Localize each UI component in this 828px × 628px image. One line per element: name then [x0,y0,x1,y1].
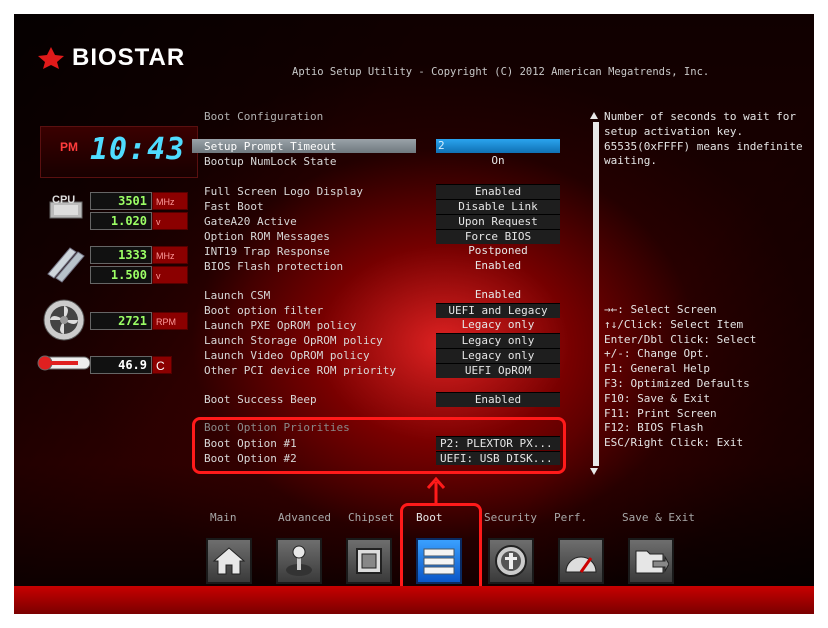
scroll-down-arrow[interactable] [590,468,598,475]
setting-value[interactable]: Postponed [436,244,560,258]
folder-exit-icon[interactable] [628,538,674,584]
setting-value[interactable]: Legacy only [436,333,560,348]
scroll-up-arrow[interactable] [590,112,598,119]
boot-option-label[interactable]: Boot Option #1 [204,436,297,451]
setting-label[interactable]: Option ROM Messages [204,229,330,244]
setting-value[interactable]: Upon Request [436,214,560,229]
tab-security[interactable]: Security [484,511,537,524]
setting-label[interactable]: Launch Video OpROM policy [204,348,370,363]
memory-frequency-unit: MHz [152,246,188,264]
fan-rpm-unit: RPM [152,312,188,330]
memory-voltage: 1.500 [90,266,152,284]
setting-label[interactable]: Bootup NumLock State [204,154,336,169]
setting-value[interactable]: Enabled [436,392,560,407]
setting-label[interactable]: GateA20 Active [204,214,297,229]
setting-label[interactable]: BIOS Flash protection [204,259,343,274]
cpu-voltage-unit: v [152,212,188,230]
setting-value[interactable]: Disable Link [436,199,560,214]
temperature-unit: C [152,356,172,374]
setting-value[interactable]: Enabled [436,184,560,199]
tab-save-exit[interactable]: Save & Exit [622,511,695,524]
setting-value[interactable]: Enabled [436,288,560,302]
setting-value[interactable]: UEFI and Legacy [436,303,560,318]
setting-label[interactable]: Launch CSM [204,288,270,303]
setting-label[interactable]: Full Screen Logo Display [204,184,363,199]
setting-label[interactable]: Boot option filter [204,303,323,318]
setting-label[interactable]: Setup Prompt Timeout [204,139,336,154]
setting-value[interactable]: On [436,154,560,168]
tab-boot[interactable]: Boot [416,511,443,524]
cpu-label: CPU [52,194,76,206]
joystick-icon[interactable] [276,538,322,584]
biostar-logo: BIOSTAR [36,40,196,76]
setting-value[interactable]: Legacy only [436,348,560,363]
setting-label[interactable]: Other PCI device ROM priority [204,363,396,378]
up-arrow-annotation-icon [424,476,448,506]
gauge-icon[interactable] [558,538,604,584]
setting-label[interactable]: Fast Boot [204,199,264,214]
setting-value[interactable]: 2 [436,139,560,153]
setting-value[interactable]: Force BIOS [436,229,560,244]
cpu-voltage: 1.020 [90,212,152,230]
memory-frequency: 1333 [90,246,152,264]
cpu-frequency: 3501 [90,192,152,210]
boot-option-value[interactable]: P2: PLEXTOR PX... [436,436,560,450]
copyright-text: Aptio Setup Utility - Copyright (C) 2012… [292,66,710,78]
bios-screen: BIOSTAR Aptio Setup Utility - Copyright … [14,14,814,614]
tab-chipset[interactable]: Chipset [348,511,394,524]
home-icon[interactable] [206,538,252,584]
shield-icon[interactable] [488,538,534,584]
setting-label[interactable]: INT19 Trap Response [204,244,330,259]
drive-stack-icon[interactable] [416,538,462,584]
boot-priorities-title: Boot Option Priorities [204,421,350,434]
help-description: Number of seconds to wait for setup acti… [604,110,803,168]
chip-icon[interactable] [346,538,392,584]
tab-main[interactable]: Main [210,511,237,524]
boot-option-value[interactable]: UEFI: USB DISK... [436,451,560,465]
fan-rpm: 2721 [90,312,152,330]
tab-advanced[interactable]: Advanced [278,511,331,524]
boot-option-label[interactable]: Boot Option #2 [204,451,297,466]
memory-voltage-unit: v [152,266,188,284]
tab-perf[interactable]: Perf. [554,511,587,524]
temperature-value: 46.9 [90,356,152,374]
setting-value[interactable]: Enabled [436,259,560,273]
clock-ampm: PM [60,140,78,154]
fan-icon [42,298,86,342]
logo-text: BIOSTAR [72,44,186,71]
boot-configuration-title: Boot Configuration [204,110,324,123]
biostar-star-icon [38,47,64,69]
thermometer-icon [36,354,92,372]
setting-value[interactable]: Legacy only [436,318,560,332]
key-legend: →←: Select Screen ↑↓/Click: Select Item … [604,303,757,450]
cpu-frequency-unit: MHz [152,192,188,210]
setting-label[interactable]: Launch PXE OpROM policy [204,318,356,333]
setting-label[interactable]: Launch Storage OpROM policy [204,333,383,348]
scrollbar[interactable] [593,122,599,466]
setting-label[interactable]: Boot Success Beep [204,392,317,407]
setting-value[interactable]: UEFI OpROM [436,363,560,378]
memory-icon [44,244,88,284]
clock-time: 10:43 [90,132,186,167]
